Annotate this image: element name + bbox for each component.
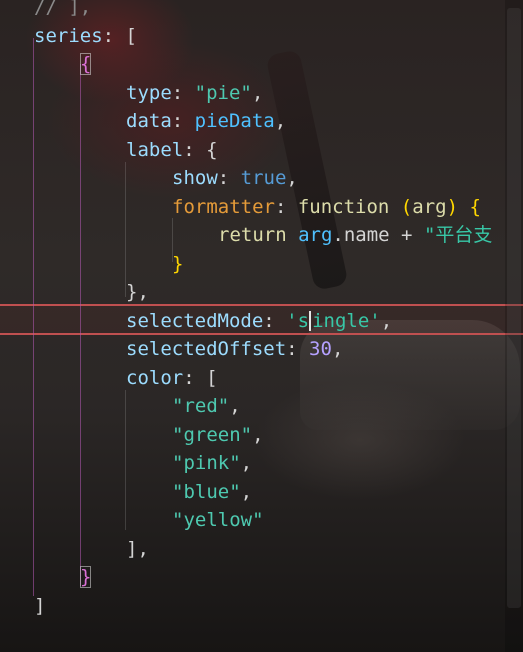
code-token: 's <box>286 309 310 332</box>
code-token: , <box>380 309 393 332</box>
code-line[interactable]: "red", <box>0 392 523 420</box>
code-token: arg <box>412 195 447 218</box>
code-token: "red" <box>172 395 230 417</box>
code-line[interactable]: // ], <box>0 0 523 21</box>
code-line[interactable]: label: { <box>0 136 523 164</box>
code-line[interactable]: series: [ <box>0 22 523 50</box>
code-token: .name + <box>332 224 424 246</box>
code-line[interactable]: }, <box>0 278 523 306</box>
code-token: color <box>126 366 184 389</box>
code-line[interactable]: "blue", <box>0 478 523 506</box>
code-token: "pink" <box>172 452 241 474</box>
code-line[interactable]: data: pieData, <box>0 107 523 135</box>
code-token: // ], <box>34 0 92 18</box>
code-line[interactable]: } <box>0 250 523 278</box>
code-token: 30 <box>309 338 332 360</box>
code-token: ingle' <box>312 309 381 332</box>
code-token: series <box>34 24 103 47</box>
code-token: : <box>286 338 310 360</box>
code-token: return <box>218 224 287 246</box>
code-token: "平台支 <box>423 224 493 246</box>
code-token: data <box>126 110 172 132</box>
code-token: } <box>172 252 184 275</box>
code-token: , <box>274 110 287 132</box>
code-line[interactable]: "green", <box>0 421 523 449</box>
code-token: , <box>251 81 264 104</box>
code-token: , <box>252 423 264 446</box>
code-token: "blue" <box>172 480 241 503</box>
code-token: selectedOffset <box>126 338 287 360</box>
code-token: : { <box>183 138 218 161</box>
code-token: ( <box>389 195 413 218</box>
code-line[interactable]: show: true, <box>0 164 523 192</box>
code-line[interactable]: } <box>0 563 523 591</box>
code-token: function <box>297 195 390 218</box>
code-token: label <box>126 138 184 161</box>
code-line[interactable]: "yellow" <box>0 506 523 534</box>
code-token: pieData <box>194 110 275 132</box>
scrollbar-thumb[interactable] <box>507 8 521 608</box>
code-token: , <box>240 452 253 474</box>
code-token: arg <box>298 224 333 246</box>
code-line[interactable]: color: [ <box>0 364 523 392</box>
code-token: : <box>171 81 195 104</box>
code-token: } <box>80 566 92 588</box>
code-token: selectedMode <box>126 309 264 332</box>
code-token: , <box>229 395 241 417</box>
code-token: , <box>240 480 253 503</box>
code-line-current[interactable]: selectedMode: 's ingle', <box>0 307 523 335</box>
code-token: ], <box>126 537 149 560</box>
code-line[interactable]: return arg.name + "平台支 <box>0 221 523 249</box>
code-token: formatter <box>172 195 275 218</box>
code-token: "yellow" <box>172 509 264 531</box>
code-token: { <box>80 53 92 75</box>
code-token: true <box>240 167 287 189</box>
code-editor[interactable]: // ], series: [{type: "pie", data: pieData… <box>0 0 523 652</box>
code-token: : [ <box>102 24 137 47</box>
code-token: : <box>274 195 298 218</box>
code-token: ] <box>34 594 46 617</box>
code-line[interactable]: ], <box>0 535 523 563</box>
code-line[interactable]: "pink", <box>0 449 523 477</box>
code-token: }, <box>126 281 149 303</box>
code-token: : <box>217 167 241 189</box>
code-line[interactable]: { <box>0 50 523 78</box>
code-token: , <box>286 167 298 189</box>
code-token: , <box>331 338 344 360</box>
code-token: "green" <box>172 423 253 446</box>
code-token: ) { <box>446 195 481 218</box>
code-token: "pie" <box>194 81 252 104</box>
code-line[interactable]: formatter: function (arg) { <box>0 193 523 221</box>
code-token: : <box>171 110 195 132</box>
code-token: : [ <box>183 366 218 389</box>
code-token: type <box>126 81 172 104</box>
code-line[interactable]: selectedOffset: 30, <box>0 335 523 363</box>
code-token: : <box>263 309 287 332</box>
code-token: show <box>172 167 218 189</box>
code-line[interactable]: ] <box>0 592 523 620</box>
code-line[interactable]: type: "pie", <box>0 79 523 107</box>
text-cursor <box>309 310 312 331</box>
